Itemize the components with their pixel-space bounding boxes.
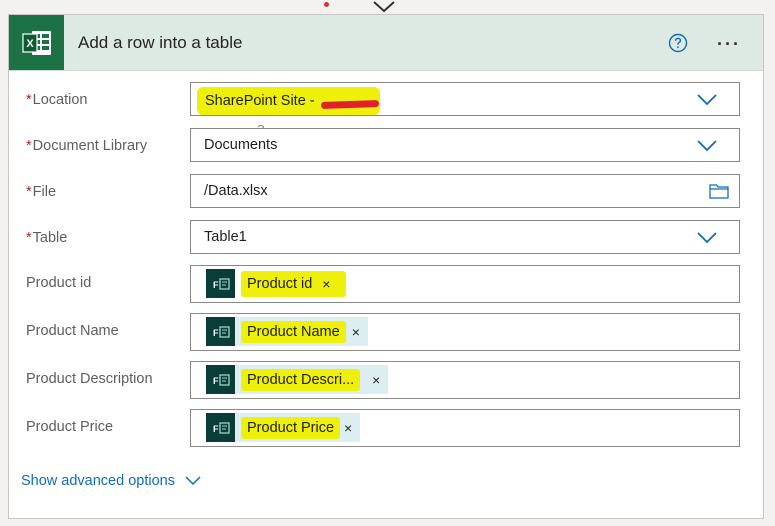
document-library-label: *Document Library <box>26 138 148 154</box>
product-price-input[interactable]: F Product Price × <box>190 409 740 447</box>
dynamic-content-token[interactable]: F Product Descri... × <box>206 365 389 394</box>
location-label: *Location <box>26 92 88 108</box>
product-id-row: Product id F Product id × <box>9 265 765 305</box>
help-icon[interactable] <box>668 33 688 53</box>
location-row: *Location SharePoint Site - a <box>9 82 765 137</box>
file-input[interactable]: /Data.xlsx <box>190 174 740 208</box>
svg-text:X: X <box>26 38 34 50</box>
chevron-down-icon[interactable] <box>697 232 717 244</box>
file-label: *File <box>26 184 57 200</box>
svg-text:F: F <box>213 280 219 290</box>
show-advanced-options-label: Show advanced options <box>21 473 175 489</box>
table-row: *Table Table1 <box>9 220 765 260</box>
svg-text:F: F <box>213 328 219 338</box>
chevron-down-icon[interactable] <box>697 140 717 152</box>
forms-icon: F <box>206 317 235 346</box>
product-description-row: Product Description F Product Descri... … <box>9 361 765 401</box>
product-price-row: Product Price F Product Price × <box>9 409 765 449</box>
forms-icon: F <box>206 269 235 298</box>
file-row: *File /Data.xlsx <box>9 174 765 214</box>
show-advanced-options-link[interactable]: Show advanced options <box>21 473 201 489</box>
document-library-value: Documents <box>204 137 278 153</box>
location-dropdown[interactable]: SharePoint Site - a <box>190 82 740 137</box>
product-description-label: Product Description <box>26 371 153 387</box>
remove-token-icon[interactable]: × <box>352 324 360 340</box>
remove-token-icon[interactable]: × <box>372 372 380 388</box>
card-header[interactable]: X Add a row into a table ··· <box>9 15 763 71</box>
table-label: *Table <box>26 230 68 246</box>
product-name-row: Product Name F Product Name × <box>9 313 765 353</box>
dynamic-content-token[interactable]: F Product Name × <box>206 317 368 346</box>
connector-dot <box>324 2 329 7</box>
svg-text:F: F <box>213 424 219 434</box>
dynamic-content-token[interactable]: F Product Price × <box>206 413 361 442</box>
dynamic-content-token[interactable]: F Product id × <box>206 269 354 298</box>
down-arrow-icon <box>373 1 395 13</box>
forms-icon: F <box>206 365 235 394</box>
file-value: /Data.xlsx <box>204 183 268 199</box>
forms-icon: F <box>206 413 235 442</box>
product-name-label: Product Name <box>26 323 119 339</box>
chevron-down-icon[interactable] <box>697 94 717 106</box>
product-id-input[interactable]: F Product id × <box>190 265 740 303</box>
product-name-input[interactable]: F Product Name × <box>190 313 740 351</box>
document-library-dropdown[interactable]: Documents <box>190 128 740 162</box>
excel-icon: X <box>9 15 64 70</box>
card-title: Add a row into a table <box>78 32 243 52</box>
table-dropdown[interactable]: Table1 <box>190 220 740 254</box>
chevron-down-icon <box>185 476 201 486</box>
product-description-input[interactable]: F Product Descri... × <box>190 361 740 399</box>
redaction-mark <box>320 99 380 110</box>
action-card: X Add a row into a table ··· *Location S… <box>8 14 764 519</box>
document-library-row: *Document Library Documents <box>9 128 765 168</box>
table-value: Table1 <box>204 229 247 245</box>
remove-token-icon[interactable]: × <box>322 276 330 292</box>
location-value: SharePoint Site - a <box>197 87 380 137</box>
token-label: Product Descri... <box>241 368 361 391</box>
product-id-label: Product id <box>26 275 92 291</box>
more-options-icon[interactable]: ··· <box>717 34 741 55</box>
remove-token-icon[interactable]: × <box>344 420 352 436</box>
product-price-label: Product Price <box>26 419 114 435</box>
token-label: Product Name <box>241 320 346 343</box>
token-label: Product id <box>247 275 313 292</box>
token-label: Product Price <box>241 416 341 439</box>
folder-icon[interactable] <box>709 183 729 199</box>
svg-text:F: F <box>213 376 219 386</box>
